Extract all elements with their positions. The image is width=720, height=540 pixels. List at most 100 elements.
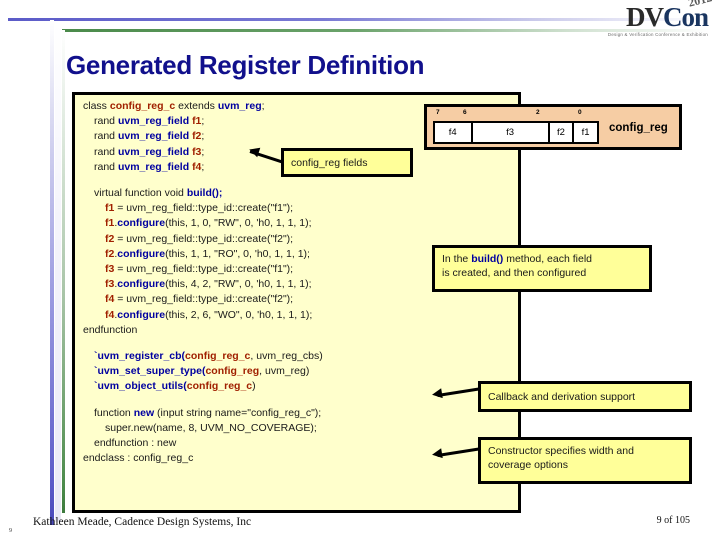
- register-field-f3: f3: [473, 123, 550, 142]
- code-semicolon-2: ;: [201, 115, 205, 128]
- footer-page-number: 9 of 105: [656, 515, 690, 526]
- callout-ctor-line1: Constructor specifies width and: [488, 445, 634, 457]
- code-kw-extends: extends: [178, 100, 215, 112]
- code-line-super-new: super.new(name, 8, UVM_NO_COVERAGE);: [105, 421, 317, 434]
- left-rail-blue: [50, 20, 54, 525]
- callout-fields-text: config_reg fields: [291, 156, 368, 169]
- register-name-label: config_reg: [609, 122, 668, 134]
- code-configure-2: configure: [117, 247, 166, 260]
- code-f3-create-rest: = uvm_reg_field::type_id::create("f1");: [114, 263, 294, 276]
- code-type-1: uvm_reg_field: [117, 115, 190, 128]
- bit-label-0: 0: [578, 109, 582, 116]
- left-rail-green: [62, 30, 65, 513]
- code-blank-2: [83, 338, 512, 349]
- code-semicolon-1: ;: [261, 100, 265, 112]
- code-super-arg2: , uvm_reg): [259, 365, 310, 378]
- code-kw-rand-2: rand: [94, 130, 116, 143]
- code-f4-ref-b: f4: [105, 308, 115, 321]
- code-field-2: f2: [192, 130, 202, 143]
- code-macro-set-super-type: `uvm_set_super_type: [94, 365, 202, 378]
- register-field-strip: f4 f3 f2 f1: [433, 121, 599, 144]
- code-type-3: uvm_reg_field: [117, 145, 190, 158]
- code-f1-ref-a: f1: [105, 202, 115, 215]
- code-kw-rand-4: rand: [94, 160, 116, 173]
- code-f4-create-rest: = uvm_reg_field::type_id::create("f2");: [114, 293, 294, 306]
- code-line-f1-create: f1 = uvm_reg_field::type_id::create("f1"…: [83, 201, 512, 216]
- register-field-f4: f4: [435, 123, 473, 142]
- code-f2-configure-args: (this, 1, 1, "RO", 0, 'h0, 1, 1, 1);: [165, 247, 310, 260]
- code-line-f1-configure: f1.configure(this, 1, 0, "RW", 0, 'h0, 1…: [83, 216, 512, 231]
- code-macro-register-cb: `uvm_register_cb: [94, 350, 182, 363]
- code-line-endfunction-new: endfunction : new: [94, 437, 177, 450]
- callout-build-suffix: method, each field: [503, 253, 593, 265]
- callout-build-method: In the build() method, each field is cre…: [432, 245, 652, 292]
- callout-ctor-line2: coverage options: [488, 459, 568, 471]
- code-new-keyword: new: [133, 406, 155, 419]
- code-utils-arg2: ): [252, 380, 256, 393]
- code-f4-ref-a: f4: [105, 293, 115, 306]
- code-baseclass: uvm_reg: [217, 100, 262, 112]
- code-line-f4-configure: f4.configure(this, 2, 6, "WO", 0, 'h0, 1…: [83, 308, 512, 323]
- code-semicolon-4: ;: [201, 145, 205, 158]
- code-blank-3: [83, 395, 512, 406]
- left-rail-pale: [55, 22, 61, 522]
- footer-author: Kathleen Meade, Cadence Design Systems, …: [33, 516, 252, 528]
- bit-label-7: 7: [436, 109, 440, 116]
- code-configure-1: configure: [117, 217, 166, 230]
- callout-build-keyword: build(): [471, 253, 504, 265]
- code-line-f4-create: f4 = uvm_reg_field::type_id::create("f2"…: [83, 292, 512, 307]
- code-line-endfunction-build: endfunction: [83, 323, 138, 336]
- code-semicolon-3: ;: [201, 130, 205, 143]
- code-f3-configure-args: (this, 4, 2, "RW", 0, 'h0, 1, 1, 1);: [165, 278, 312, 291]
- code-line-register-cb: `uvm_register_cb(config_reg_c, uvm_reg_c…: [83, 349, 512, 364]
- code-cb-arg1: config_reg_c: [185, 350, 251, 363]
- code-classname: config_reg_c: [109, 100, 176, 112]
- code-f1-create-rest: = uvm_reg_field::type_id::create("f1");: [114, 202, 294, 215]
- code-f2-ref-a: f2: [105, 232, 115, 245]
- code-macro-object-utils: `uvm_object_utils: [94, 380, 184, 393]
- register-diagram: 7 6 2 0 f4 f3 f2 f1 config_reg: [424, 104, 682, 150]
- callout-callback-text: Callback and derivation support: [488, 390, 636, 403]
- callout-build-line1: In the build() method, each field: [442, 252, 642, 266]
- code-new-args: (input string name="config_reg_c");: [154, 406, 322, 419]
- code-kw-rand-1: rand: [94, 115, 116, 128]
- bit-label-2: 2: [536, 109, 540, 116]
- dvcon-logo: DVCon 2012 Design & Verification Conferen…: [588, 0, 713, 37]
- logo-tagline: Design & Verification Conference & Exhib…: [607, 32, 708, 37]
- code-configure-4: configure: [117, 308, 166, 321]
- code-new-prefix: function: [94, 406, 134, 419]
- code-f3-ref-a: f3: [105, 263, 115, 276]
- code-field-3: f3: [192, 145, 202, 158]
- code-f2-ref-b: f2: [105, 247, 115, 260]
- code-field-4: f4: [192, 160, 202, 173]
- code-build-name: build();: [186, 187, 223, 200]
- code-field-1: f1: [192, 115, 202, 128]
- code-f2-create-rest: = uvm_reg_field::type_id::create("f2");: [114, 232, 294, 245]
- code-build-prefix: virtual function void: [94, 187, 187, 200]
- bit-label-6: 6: [463, 109, 467, 116]
- code-f1-ref-b: f1: [105, 217, 115, 230]
- code-line-build-sig: virtual function void build();: [83, 186, 512, 201]
- code-line-new-sig: function new (input string name="config_…: [83, 406, 512, 421]
- callout-build-prefix: In the: [442, 253, 472, 265]
- code-kw-class: class: [83, 100, 107, 112]
- code-type-2: uvm_reg_field: [117, 130, 190, 143]
- code-type-4: uvm_reg_field: [117, 160, 190, 173]
- code-f1-configure-args: (this, 1, 0, "RW", 0, 'h0, 1, 1, 1);: [165, 217, 312, 230]
- logo-wordmark: DVCon 2012: [625, 0, 713, 32]
- arrow-to-callback-head: [431, 388, 443, 400]
- register-field-f2: f2: [550, 123, 575, 142]
- register-bit-labels: 7 6 2 0: [433, 109, 599, 121]
- code-super-arg1: config_reg: [205, 365, 260, 378]
- code-f3-ref-b: f3: [105, 278, 115, 291]
- arrow-to-constructor-head: [431, 448, 443, 460]
- code-kw-rand-3: rand: [94, 145, 116, 158]
- register-field-f1: f1: [581, 127, 590, 138]
- code-configure-3: configure: [117, 278, 166, 291]
- corner-slide-number: 9: [9, 528, 12, 534]
- logo-dv-text: DV: [625, 2, 664, 32]
- callout-build-line2: is created, and then configured: [442, 267, 587, 279]
- code-f4-configure-args: (this, 2, 6, "WO", 0, 'h0, 1, 1, 1);: [165, 308, 313, 321]
- page-title: Generated Register Definition: [66, 50, 425, 80]
- code-line-set-super-type: `uvm_set_super_type(config_reg, uvm_reg): [83, 364, 512, 379]
